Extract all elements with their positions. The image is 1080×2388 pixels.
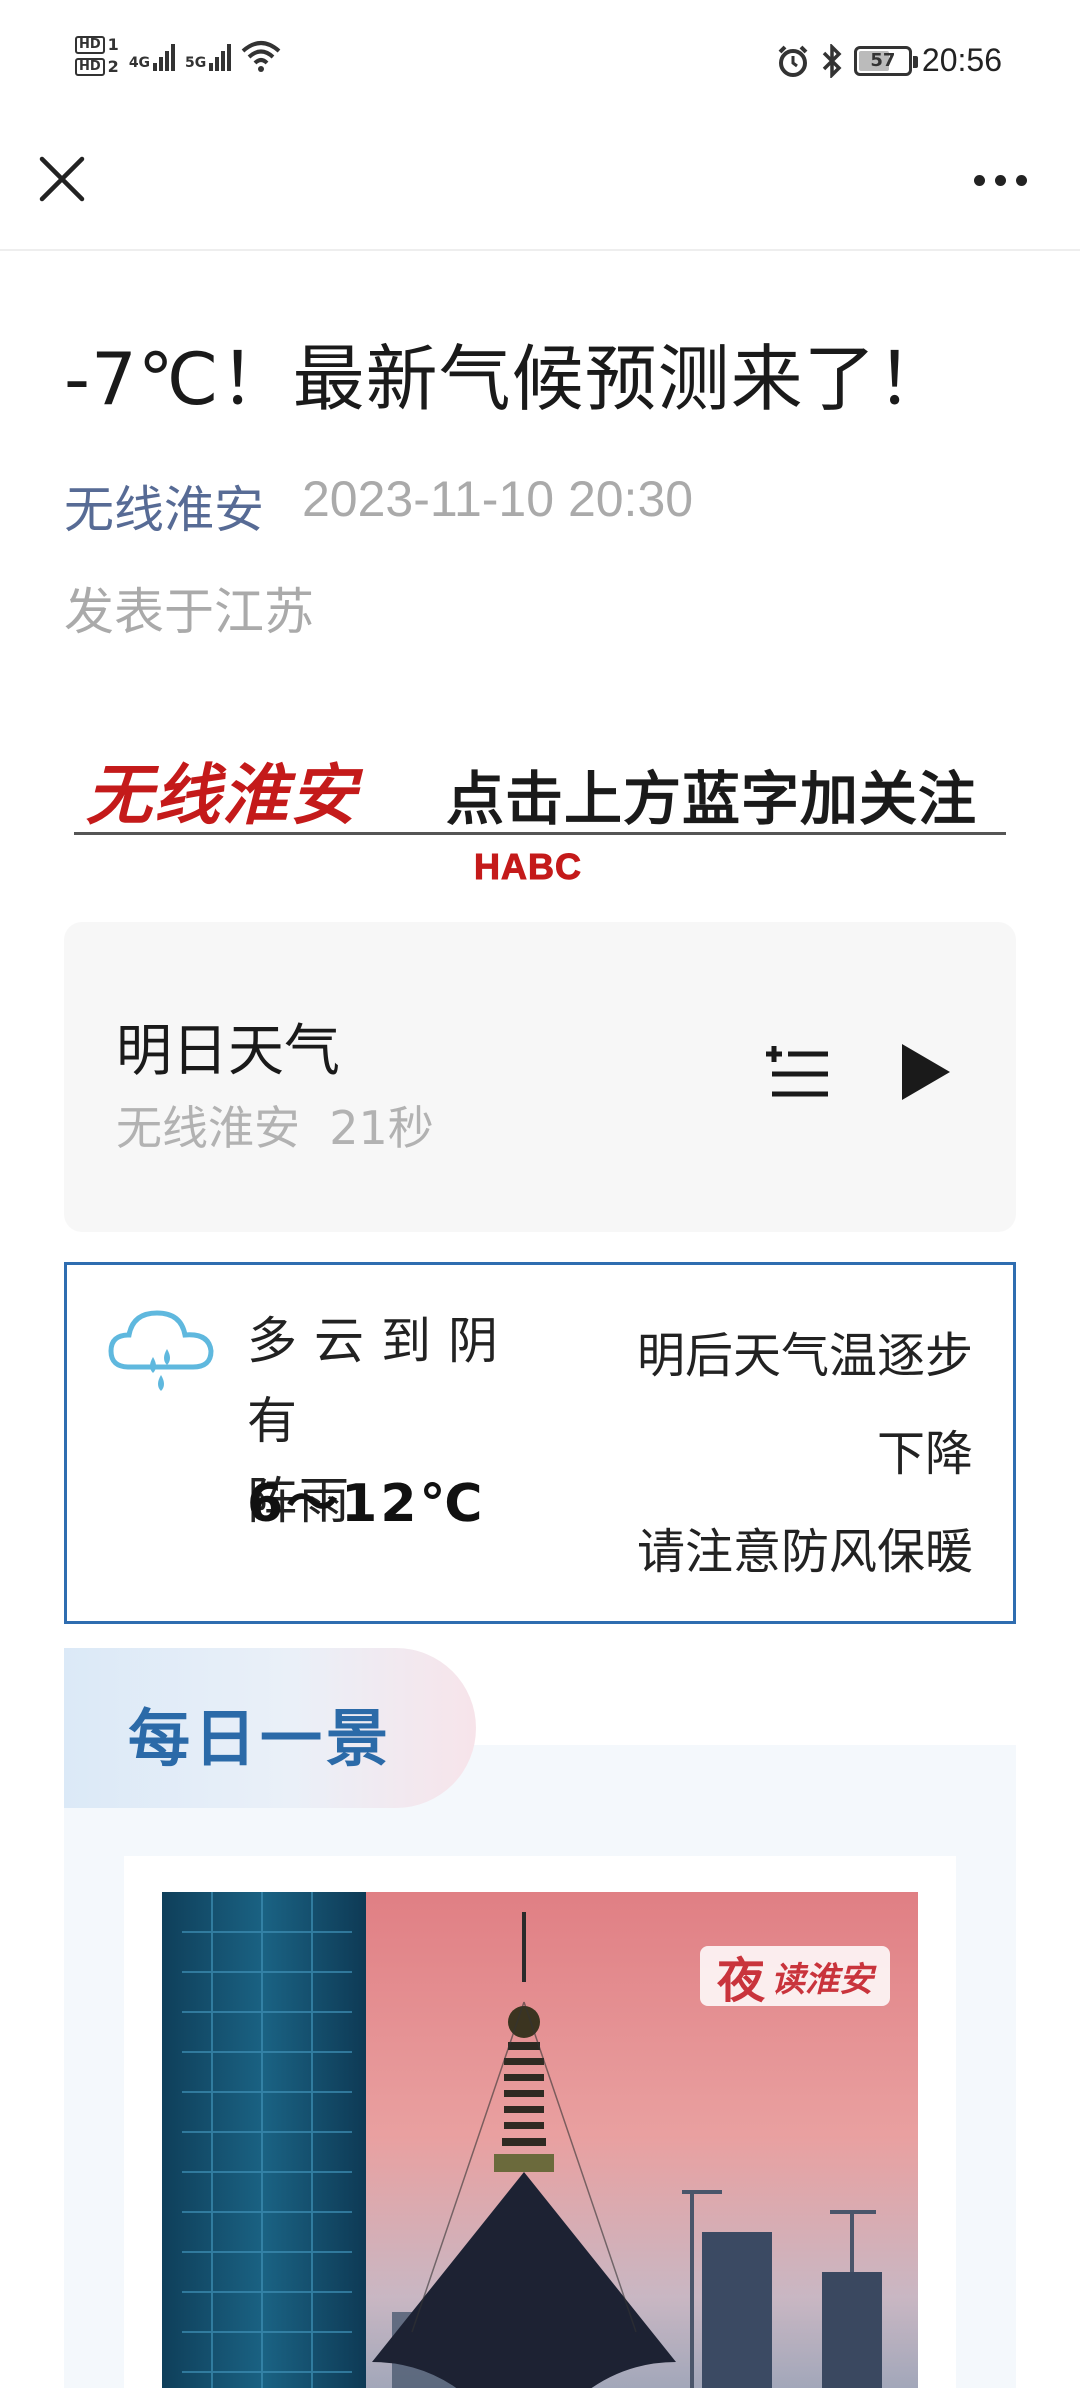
banner-divider bbox=[74, 832, 1006, 835]
alarm-icon bbox=[778, 45, 808, 77]
follow-banner[interactable]: 无线淮安 点击上方蓝字加关注 HABC bbox=[74, 740, 1006, 890]
rain-cloud-icon bbox=[108, 1310, 214, 1391]
top-nav bbox=[0, 125, 1080, 251]
publish-location: 发表于江苏 bbox=[64, 583, 314, 641]
audio-source: 无线淮安 bbox=[116, 1101, 300, 1155]
weather-note: 明后天气温逐步 下降 请注意防风保暖 bbox=[613, 1307, 973, 1601]
hd2-indicator: HD 2 bbox=[75, 58, 119, 76]
watermark-small: 读淮安 bbox=[771, 1959, 873, 2000]
weather-note-line2: 下降 bbox=[876, 1426, 973, 1482]
play-icon[interactable] bbox=[896, 1038, 956, 1106]
brand-logo: 无线淮安 bbox=[86, 756, 358, 834]
signal-5g-icon: 5G bbox=[185, 41, 232, 71]
network-5g-label: 5G bbox=[185, 55, 207, 71]
habc-logo: HABC bbox=[474, 846, 582, 888]
scene-title: 每日一景 bbox=[128, 1702, 393, 1775]
audio-card[interactable]: 明日天气 无线淮安 21秒 bbox=[64, 922, 1016, 1232]
publish-date: 2023-11-10 20:30 bbox=[302, 471, 694, 527]
weather-note-line1: 明后天气温逐步 bbox=[636, 1328, 973, 1384]
account-link[interactable]: 无线淮安 bbox=[64, 470, 264, 542]
more-icon[interactable] bbox=[960, 155, 1040, 205]
banner-tagline: 点击上方蓝字加关注 bbox=[446, 765, 978, 833]
status-bar: HD 1 HD 2 4G 5G 57 20:56 bbox=[0, 0, 1080, 125]
signal-icon: 4G bbox=[128, 41, 176, 71]
watermark-big: 夜 bbox=[716, 1953, 765, 2009]
close-icon[interactable] bbox=[30, 147, 94, 211]
night-read-watermark: 夜 读淮安 bbox=[700, 1946, 890, 2009]
network-4g-label: 4G bbox=[128, 55, 151, 71]
weather-desc-line1: 多云到阴有 bbox=[247, 1312, 515, 1450]
page-title: -7℃！最新气候预测来了！ bbox=[64, 337, 950, 421]
audio-subtitle: 无线淮安 21秒 bbox=[116, 1092, 434, 1158]
audio-duration: 21秒 bbox=[329, 1101, 434, 1155]
hd-indicators: HD 1 HD 2 bbox=[75, 36, 119, 76]
temperature-range: 6～12℃ bbox=[247, 1474, 486, 1534]
article-meta: 无线淮安 2023-11-10 20:30 bbox=[64, 470, 693, 542]
status-left: HD 1 HD 2 4G 5G bbox=[75, 36, 281, 76]
wifi-icon bbox=[241, 41, 281, 72]
weather-card: 多云到阴有 阵雨 6～12℃ 明后天气温逐步 下降 请注意防风保暖 bbox=[64, 1262, 1016, 1624]
weather-note-line3: 请注意防风保暖 bbox=[636, 1524, 973, 1580]
battery-icon: 57 bbox=[853, 45, 918, 76]
bluetooth-icon bbox=[822, 43, 842, 78]
add-to-playlist-icon[interactable] bbox=[764, 1042, 834, 1102]
status-right: 57 20:56 bbox=[776, 42, 1002, 79]
clock: 20:56 bbox=[921, 42, 1002, 78]
hd1-indicator: HD 1 bbox=[75, 36, 119, 54]
audio-title: 明日天气 bbox=[116, 1019, 340, 1084]
